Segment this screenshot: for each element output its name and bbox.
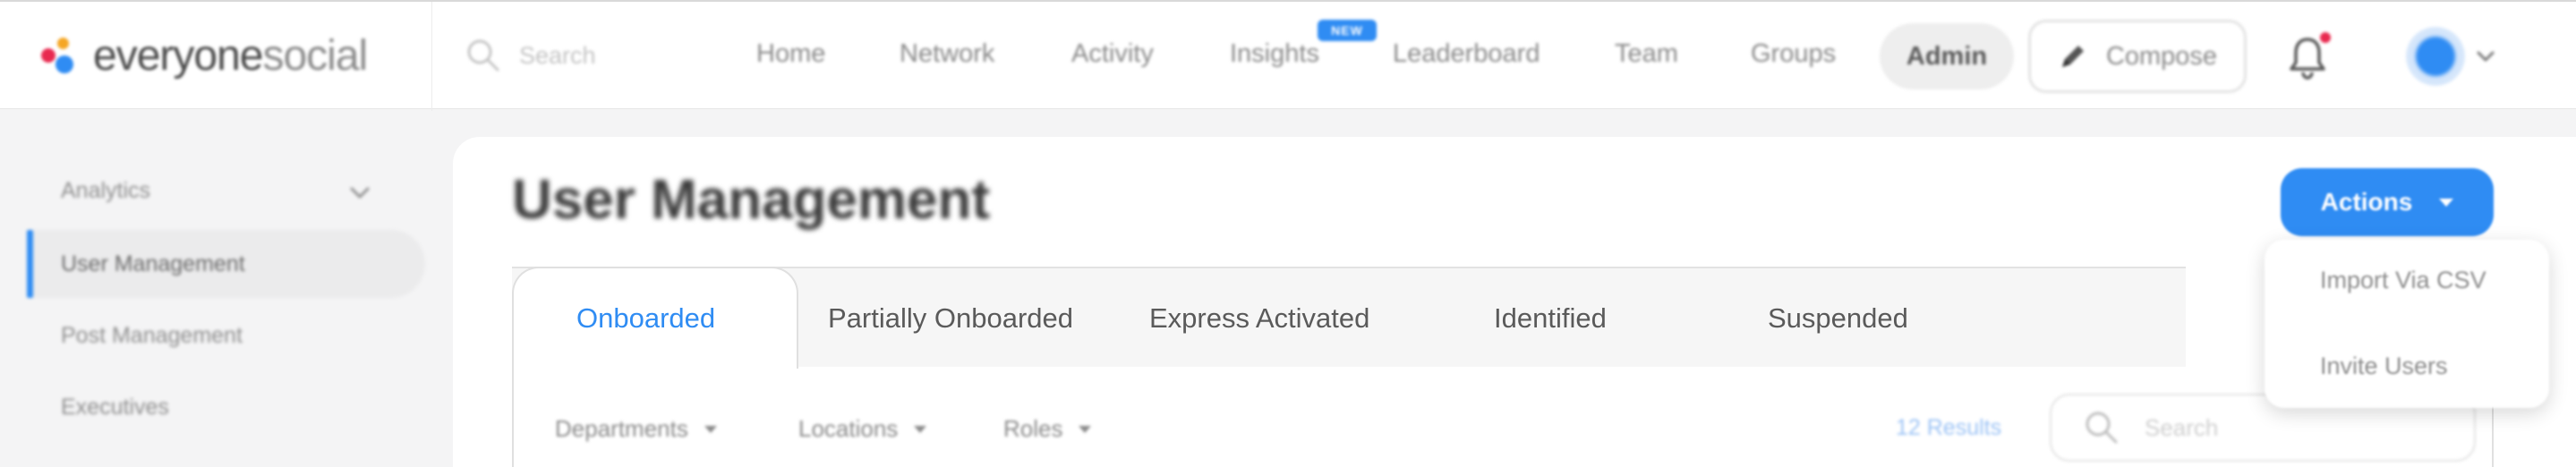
caret-down-icon	[914, 425, 927, 433]
caret-down-icon	[1079, 425, 1092, 433]
nav-admin[interactable]: Admin	[1880, 23, 2014, 89]
tab-express-activated[interactable]: Express Activated	[1149, 302, 1369, 335]
search-icon	[2086, 412, 2118, 444]
nav-activity[interactable]: Activity	[1071, 39, 1154, 69]
compose-button[interactable]: Compose	[2028, 20, 2247, 93]
tab-suspended[interactable]: Suspended	[1768, 302, 1908, 335]
nav-team[interactable]: Team	[1615, 39, 1678, 69]
tab-onboarded[interactable]: Onboarded	[576, 302, 715, 335]
avatar[interactable]	[2406, 27, 2465, 86]
admin-sidebar: Analytics User Management Post Managemen…	[0, 110, 452, 467]
nav-network[interactable]: Network	[900, 39, 994, 69]
logo-wordmark: everyonesocial	[93, 31, 368, 81]
insights-new-badge: NEW	[1318, 20, 1377, 41]
nav-leaderboard[interactable]: Leaderboard	[1393, 39, 1540, 69]
nav-home[interactable]: Home	[756, 39, 825, 69]
sidebar-item-executives[interactable]: Executives	[61, 395, 169, 420]
search-icon	[467, 39, 499, 72]
sidebar-item-post-management[interactable]: Post Management	[61, 323, 243, 349]
departments-filter[interactable]: Departments	[555, 415, 717, 443]
tab-identified[interactable]: Identified	[1494, 302, 1607, 335]
top-navigation-bar: everyonesocial Search Home Network Activ…	[0, 0, 2576, 111]
nav-divider	[431, 2, 432, 111]
nav-groups[interactable]: Groups	[1751, 39, 1836, 69]
logo-text-social: social	[262, 31, 368, 80]
actions-button[interactable]: Actions	[2281, 168, 2494, 236]
global-search[interactable]: Search	[465, 32, 596, 79]
page-title: User Management	[512, 169, 991, 231]
sidebar-active-indicator	[27, 230, 33, 298]
locations-filter[interactable]: Locations	[798, 415, 927, 443]
sidebar-item-analytics[interactable]: Analytics	[61, 178, 150, 204]
sidebar-item-user-management[interactable]: User Management	[61, 251, 245, 277]
locations-filter-label: Locations	[798, 415, 899, 442]
caret-down-icon	[2439, 198, 2454, 207]
roles-filter[interactable]: Roles	[1003, 415, 1092, 443]
compose-label: Compose	[2105, 41, 2218, 71]
everyonesocial-logo[interactable]: everyonesocial	[39, 30, 368, 81]
menu-item-import-via-csv[interactable]: Import Via CSV	[2320, 267, 2486, 294]
actions-label: Actions	[2320, 188, 2413, 216]
chevron-down-icon[interactable]	[347, 180, 372, 205]
actions-dropdown-menu: Import Via CSV Invite Users	[2265, 240, 2549, 408]
global-search-input[interactable]: Search	[519, 42, 596, 70]
tab-partially-onboarded[interactable]: Partially Onboarded	[828, 302, 1073, 335]
results-count: 12 Results	[1896, 415, 2002, 440]
logo-text-everyone: everyone	[93, 31, 263, 80]
table-search-input[interactable]: Search	[2145, 414, 2218, 442]
menu-item-invite-users[interactable]: Invite Users	[2320, 352, 2448, 380]
chevron-down-icon[interactable]	[2474, 45, 2497, 68]
nav-insights[interactable]: Insights	[1230, 39, 1319, 69]
notification-dot	[2320, 32, 2331, 43]
pencil-icon	[2061, 46, 2084, 67]
logo-mark-icon	[39, 34, 82, 77]
caret-down-icon	[704, 425, 717, 433]
roles-filter-label: Roles	[1003, 415, 1063, 442]
departments-filter-label: Departments	[555, 415, 688, 442]
